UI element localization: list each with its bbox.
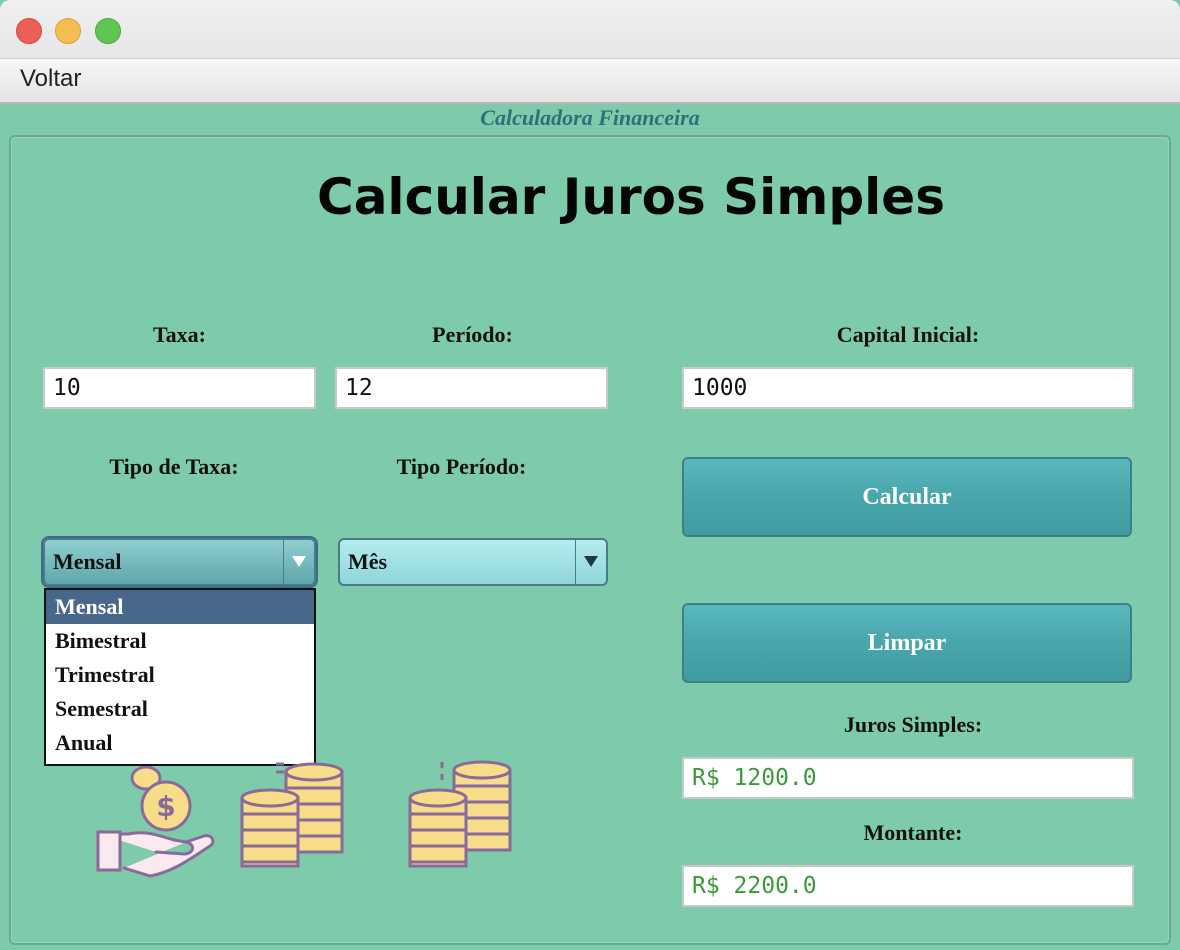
chevron-down-icon[interactable]: [575, 540, 606, 584]
tipo-periodo-select[interactable]: Mês: [338, 538, 608, 586]
dropdown-option[interactable]: Trimestral: [46, 658, 314, 692]
chevron-down-icon[interactable]: [283, 540, 314, 584]
taxa-label: Taxa:: [153, 322, 206, 347]
juros-output[interactable]: R$ 1200.0: [682, 757, 1134, 799]
taxa-input[interactable]: 10: [43, 367, 316, 409]
frame-title: Calculadora Financeira: [480, 105, 700, 130]
dropdown-option[interactable]: Bimestral: [46, 624, 314, 658]
tipo-taxa-label: Tipo de Taxa:: [109, 454, 239, 479]
calcular-button[interactable]: Calcular: [682, 457, 1132, 537]
coin-stack-icon: [408, 760, 512, 868]
window-titlebar: [0, 0, 1180, 59]
montante-label: Montante:: [863, 820, 963, 845]
coin-stack-icon: [240, 762, 344, 868]
dropdown-option[interactable]: Anual: [46, 726, 314, 760]
page-title: Calcular Juros Simples: [317, 168, 945, 226]
tipo-periodo-label: Tipo Período:: [396, 454, 527, 479]
close-window-button[interactable]: [16, 18, 42, 44]
montante-output[interactable]: R$ 2200.0: [682, 865, 1134, 907]
minimize-window-button[interactable]: [55, 18, 81, 44]
capital-input[interactable]: 1000: [682, 367, 1134, 409]
menu-bar: Voltar: [0, 59, 1180, 104]
zoom-window-button[interactable]: [95, 18, 121, 44]
capital-label: Capital Inicial:: [836, 322, 980, 347]
dropdown-option[interactable]: Semestral: [46, 692, 314, 726]
periodo-input[interactable]: 12: [335, 367, 608, 409]
juros-label: Juros Simples:: [843, 712, 983, 737]
tipo-taxa-value: Mensal: [53, 549, 122, 574]
dropdown-option[interactable]: Mensal: [46, 590, 314, 624]
periodo-label: Período:: [432, 322, 513, 347]
menu-voltar[interactable]: Voltar: [20, 65, 81, 93]
limpar-button[interactable]: Limpar: [682, 603, 1132, 683]
tipo-periodo-value: Mês: [348, 549, 388, 574]
tipo-taxa-dropdown: Mensal Bimestral Trimestral Semestral An…: [44, 588, 316, 766]
hand-coin-icon: $: [96, 766, 215, 878]
svg-text:$: $: [156, 790, 175, 823]
tipo-taxa-select[interactable]: Mensal: [43, 538, 316, 586]
